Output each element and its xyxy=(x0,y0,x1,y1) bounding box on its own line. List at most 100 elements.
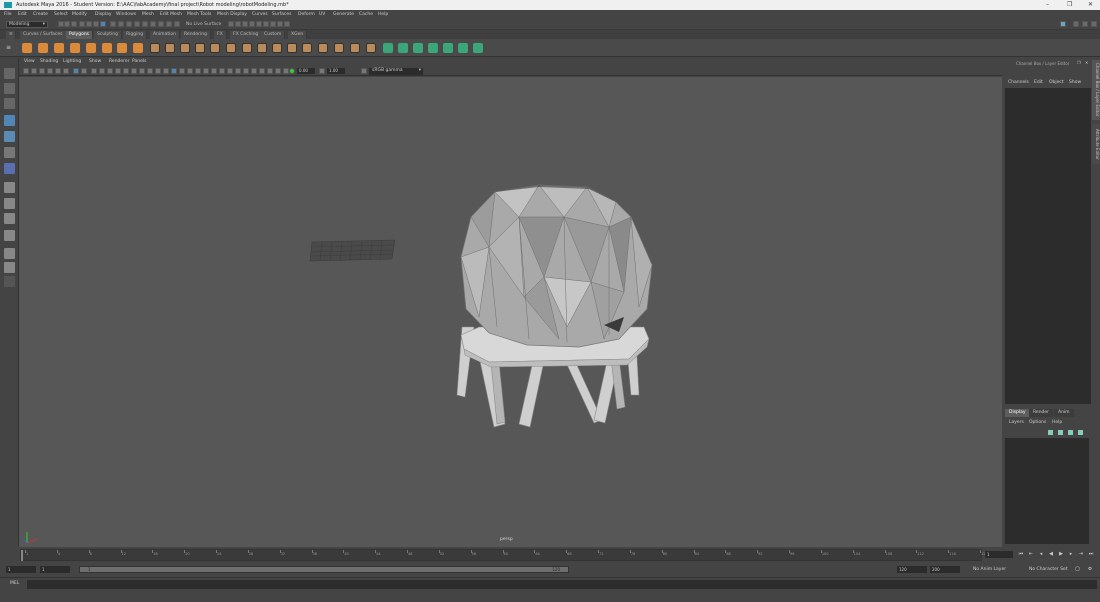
panel-toolbar-icon[interactable] xyxy=(99,68,105,74)
shelf-menu-icon[interactable]: ≡ xyxy=(6,31,16,39)
more-icon[interactable] xyxy=(4,276,15,287)
paint-select-icon[interactable] xyxy=(4,98,15,109)
step-back-key-icon[interactable]: ⇤ xyxy=(1028,551,1034,558)
menu-windows[interactable]: Windows xyxy=(116,12,136,17)
mesh-tool-icon[interactable] xyxy=(302,43,312,53)
tab-polygons[interactable]: Polygons xyxy=(66,31,94,39)
time-slider-track[interactable]: 1 4 8 12 16 20 24 28 32 36 40 44 48 52 56 60 64 68 72 76 80 8… xyxy=(20,549,988,561)
layout-single-icon[interactable] xyxy=(4,198,15,209)
panel-toolbar-icon[interactable] xyxy=(179,68,185,74)
poly-primitive-icon[interactable] xyxy=(38,43,48,53)
menu-curves[interactable]: Curves xyxy=(252,12,268,17)
step-forward-frame-icon[interactable]: ▸ xyxy=(1068,551,1074,558)
panel-toolbar-icon[interactable] xyxy=(63,68,69,74)
panel-toolbar-icon[interactable] xyxy=(227,68,233,74)
step-back-frame-icon[interactable]: ◂ xyxy=(1038,551,1044,558)
close-icon[interactable]: ✕ xyxy=(1088,1,1093,8)
panel-toolbar-icon[interactable] xyxy=(195,68,201,74)
panel-toolbar-icon[interactable] xyxy=(171,68,177,74)
status-tool-icon[interactable] xyxy=(86,21,92,27)
poly-primitive-icon[interactable] xyxy=(117,43,127,53)
menu-modify[interactable]: Modify xyxy=(72,12,87,17)
toggle-panel-icon[interactable] xyxy=(1082,21,1088,27)
status-tool-icon[interactable] xyxy=(174,21,180,27)
current-frame-field[interactable]: 1 xyxy=(985,551,1013,558)
mesh-tool-icon[interactable] xyxy=(165,43,175,53)
panel-toolbar-icon[interactable] xyxy=(267,68,273,74)
mesh-tool-icon[interactable] xyxy=(318,43,328,53)
render-tool-icon[interactable] xyxy=(242,21,248,27)
layout-four-icon[interactable] xyxy=(4,213,15,224)
end-frame-field[interactable]: 200 xyxy=(930,566,960,573)
status-tool-icon[interactable] xyxy=(71,21,77,27)
anim-layer-dropdown[interactable]: No Anim Layer xyxy=(973,567,1006,572)
tab-display[interactable]: Display xyxy=(1005,409,1030,417)
cb-menu-show[interactable]: Show xyxy=(1069,80,1081,85)
menu-edit-mesh[interactable]: Edit Mesh xyxy=(160,12,182,17)
panel-toolbar-icon[interactable] xyxy=(211,68,217,74)
panel-toolbar-icon[interactable] xyxy=(275,68,281,74)
snap-icon[interactable] xyxy=(4,182,15,193)
poly-primitive-icon[interactable] xyxy=(54,43,64,53)
le-menu-help[interactable]: Help xyxy=(1052,420,1062,425)
outliner-icon[interactable] xyxy=(4,248,15,259)
layer-move-down-icon[interactable] xyxy=(1058,430,1063,435)
render-tool-icon[interactable] xyxy=(284,21,290,27)
status-tool-icon[interactable] xyxy=(79,21,85,27)
minimize-icon[interactable]: – xyxy=(1046,1,1049,8)
status-tool-icon[interactable] xyxy=(64,21,70,27)
mesh-tool-icon[interactable] xyxy=(334,43,344,53)
panel-toolbar-icon[interactable] xyxy=(259,68,265,74)
panel-toolbar-icon[interactable] xyxy=(235,68,241,74)
start-frame-field[interactable]: 1 xyxy=(6,566,36,573)
menu-surfaces[interactable]: Surfaces xyxy=(272,12,292,17)
mesh-tool-icon[interactable] xyxy=(287,43,297,53)
panel-toolbar-icon[interactable] xyxy=(107,68,113,74)
tab-rendering[interactable]: Rendering xyxy=(181,31,211,39)
panel-toolbar-icon[interactable] xyxy=(81,68,87,74)
color-management-icon[interactable] xyxy=(361,68,367,74)
shelf-menu-icon[interactable]: ≡ xyxy=(6,44,11,51)
menu-mesh[interactable]: Mesh xyxy=(142,12,154,17)
mesh-tool-icon[interactable] xyxy=(272,43,282,53)
uv-tool-icon[interactable] xyxy=(398,43,408,53)
panel-menu-panels[interactable]: Panels xyxy=(132,59,146,64)
status-tool-icon[interactable] xyxy=(166,21,172,27)
le-menu-layers[interactable]: Layers xyxy=(1009,420,1024,425)
panel-toolbar-icon[interactable] xyxy=(219,68,225,74)
step-forward-key-icon[interactable]: ⇥ xyxy=(1078,551,1084,558)
panel-toolbar-icon[interactable] xyxy=(203,68,209,74)
mesh-tool-icon[interactable] xyxy=(366,43,376,53)
render-tool-icon[interactable] xyxy=(228,21,234,27)
cb-menu-edit[interactable]: Edit xyxy=(1034,80,1043,85)
go-to-end-icon[interactable]: ⏭ xyxy=(1088,551,1094,558)
panel-menu-view[interactable]: View xyxy=(24,59,35,64)
uv-tool-icon[interactable] xyxy=(443,43,453,53)
layout-graph-icon[interactable] xyxy=(4,262,15,273)
poly-primitive-icon[interactable] xyxy=(70,43,80,53)
scale-tool-icon[interactable] xyxy=(4,147,15,158)
lasso-tool-icon[interactable] xyxy=(4,83,15,94)
uv-tool-icon[interactable] xyxy=(413,43,423,53)
play-back-icon[interactable]: ◀ xyxy=(1048,551,1054,558)
menu-mesh-display[interactable]: Mesh Display xyxy=(217,12,247,17)
exposure-field[interactable]: 0.00 xyxy=(297,68,315,74)
new-layer-selected-icon[interactable] xyxy=(1078,430,1083,435)
restore-icon[interactable]: ❐ xyxy=(1067,1,1072,8)
gamma-field[interactable]: 1.00 xyxy=(327,68,345,74)
uv-tool-icon[interactable] xyxy=(473,43,483,53)
render-tool-icon[interactable] xyxy=(263,21,269,27)
menu-select[interactable]: Select xyxy=(54,12,68,17)
rotate-tool-icon[interactable] xyxy=(4,131,15,142)
layer-move-up-icon[interactable] xyxy=(1048,430,1053,435)
menu-edit[interactable]: Edit xyxy=(18,12,27,17)
menu-display[interactable]: Display xyxy=(95,12,112,17)
tab-sculpting[interactable]: Sculpting xyxy=(94,31,123,39)
panel-toolbar-icon[interactable] xyxy=(147,68,153,74)
vtab-channel-box[interactable]: Channel Box / Layer Editor xyxy=(1092,60,1100,120)
panel-toolbar-icon[interactable] xyxy=(91,68,97,74)
mesh-tool-icon[interactable] xyxy=(150,43,160,53)
tab-fx-caching[interactable]: FX Caching xyxy=(230,31,263,39)
move-tool-icon[interactable] xyxy=(4,115,15,126)
status-tool-icon[interactable] xyxy=(150,21,156,27)
